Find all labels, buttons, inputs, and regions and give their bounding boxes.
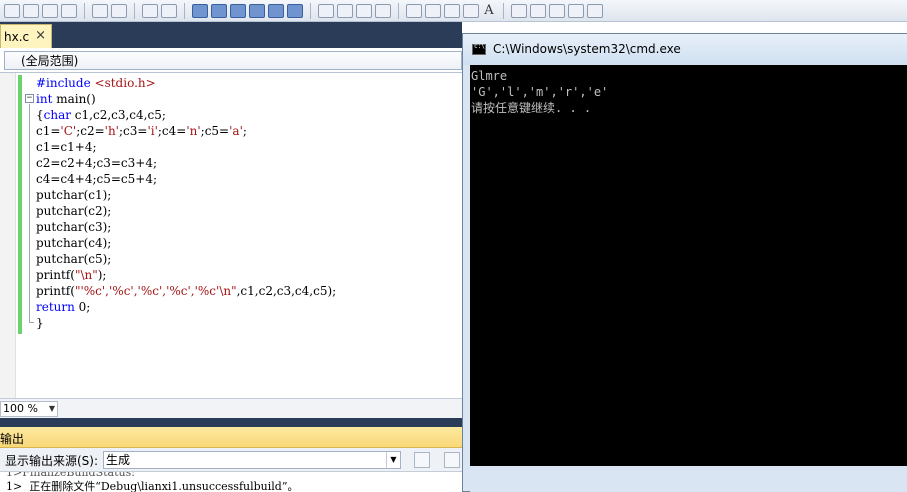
clear-output-icon[interactable] — [444, 452, 460, 468]
cmd-window[interactable]: C:\Windows\system32\cmd.exe Glmre 'G','l… — [462, 33, 907, 492]
code-line: putchar(c3); — [36, 220, 112, 234]
indent-icon[interactable] — [92, 3, 108, 18]
code-line: #include <stdio.h> — [36, 76, 156, 90]
navigation-bar: (全局范围) — [0, 48, 462, 73]
code-line: return 0; — [36, 300, 91, 314]
output-line: 1> 正在删除文件“Debug\lianxi1.unsuccessfulbuil… — [6, 480, 299, 492]
pencil-icon[interactable] — [337, 3, 353, 18]
cmd-title: C:\Windows\system32\cmd.exe — [493, 42, 681, 56]
output-source-value: 生成 — [106, 453, 131, 467]
tab-label: hx.c — [4, 29, 30, 44]
toolbar-separator — [84, 2, 85, 19]
navigate-back-icon[interactable] — [249, 3, 265, 18]
zoom-value: 100 % — [3, 402, 38, 415]
collapse-icon[interactable]: − — [25, 94, 34, 103]
output-source-dropdown[interactable]: 生成 ▼ — [103, 451, 401, 469]
filled-rect-icon[interactable] — [549, 3, 565, 18]
code-line: c1=c1+4; — [36, 140, 97, 154]
toolbar-separator — [134, 2, 135, 19]
code-line: printf("'%c','%c','%c','%c','%c'\n",c1,c… — [36, 284, 337, 298]
code-line: int main() — [36, 92, 96, 106]
output-line: 1>FinalizeBuildStatus: — [6, 472, 135, 479]
outdent-icon[interactable] — [111, 3, 127, 18]
console-line: 请按任意键继续. . . — [471, 101, 592, 115]
close-icon[interactable]: × — [35, 29, 46, 43]
shape-icon[interactable] — [587, 3, 603, 18]
chevron-down-icon[interactable]: ▼ — [386, 452, 400, 468]
uncomment-icon[interactable] — [161, 3, 177, 18]
code-editor[interactable]: − #include <stdio.h> int main() {char c1… — [0, 73, 462, 398]
console-line: Glmre — [471, 69, 508, 83]
bookmark-icon[interactable] — [192, 3, 208, 18]
output-toolbar: 显示输出来源(S): 生成 ▼ — [0, 448, 462, 472]
format-icon[interactable] — [42, 3, 58, 18]
cmd-frame-bottom — [470, 466, 907, 492]
change-tracking-bar — [18, 75, 22, 334]
output-source-label: 显示输出来源(S): — [5, 454, 99, 468]
toolbar-separator — [310, 2, 311, 19]
curve-icon[interactable] — [425, 3, 441, 18]
undo-icon[interactable] — [463, 3, 479, 18]
comment-icon[interactable] — [142, 3, 158, 18]
zoom-dropdown[interactable]: 100 % ▼ — [0, 401, 58, 417]
clear-bookmarks-icon[interactable] — [287, 3, 303, 18]
console-line: 'G','l','m','r','e' — [471, 85, 609, 99]
next-bookmark-icon[interactable] — [230, 3, 246, 18]
toolbar-separator — [503, 2, 504, 19]
eraser-icon[interactable] — [356, 3, 372, 18]
prev-bookmark-icon[interactable] — [211, 3, 227, 18]
line-icon[interactable] — [406, 3, 422, 18]
navigate-forward-icon[interactable] — [268, 3, 284, 18]
select-icon[interactable] — [318, 3, 334, 18]
panel-splitter[interactable] — [0, 418, 462, 427]
console-icon — [472, 43, 486, 55]
font-icon[interactable] — [61, 3, 77, 18]
indicator-margin — [0, 73, 16, 398]
code-line: c1='C';c2='h';c3='i';c4='n';c5='a'; — [36, 124, 247, 138]
text-icon[interactable]: A — [482, 3, 496, 18]
code-line: putchar(c1); — [36, 188, 112, 202]
outline-line — [29, 104, 30, 322]
outline-end — [29, 322, 34, 323]
console-output[interactable]: Glmre 'G','l','m','r','e' 请按任意键继续. . . — [470, 65, 907, 466]
new-file-icon[interactable] — [4, 3, 20, 18]
find-icon[interactable] — [375, 3, 391, 18]
copy-icon[interactable] — [23, 3, 39, 18]
toolbar-separator — [184, 2, 185, 19]
chevron-down-icon[interactable]: ▼ — [49, 402, 55, 416]
tab-hx-c[interactable]: hx.c × — [0, 24, 52, 48]
rounded-rect-icon[interactable] — [530, 3, 546, 18]
toolbar-separator — [398, 2, 399, 19]
cmd-titlebar[interactable]: C:\Windows\system32\cmd.exe — [463, 34, 907, 65]
code-line: printf("\n"); — [36, 268, 107, 282]
code-line: } — [36, 316, 44, 330]
output-title: 输出 — [0, 432, 25, 446]
editor-tabstrip: hx.c × — [0, 22, 462, 48]
code-line: c4=c4+4;c5=c5+4; — [36, 172, 157, 186]
code-text: #include <stdio.h> int main() {char c1,c… — [36, 75, 336, 331]
rectangle-icon[interactable] — [511, 3, 527, 18]
code-line: c2=c2+4;c3=c3+4; — [36, 156, 157, 170]
zoom-bar: 100 % ▼ — [0, 398, 462, 418]
arrow-icon[interactable] — [444, 3, 460, 18]
output-panel-title: 输出 — [0, 427, 462, 448]
ellipse-icon[interactable] — [568, 3, 584, 18]
code-line: putchar(c2); — [36, 204, 112, 218]
output-text[interactable]: 1>FinalizeBuildStatus: 1> 正在删除文件“Debug\l… — [0, 472, 462, 492]
main-toolbar: A — [0, 0, 907, 22]
code-line: putchar(c4); — [36, 236, 112, 250]
code-line: putchar(c5); — [36, 252, 112, 266]
code-line: {char c1,c2,c3,c4,c5; — [36, 108, 166, 122]
scope-dropdown[interactable]: (全局范围) — [4, 51, 462, 70]
find-output-icon[interactable] — [414, 452, 430, 468]
